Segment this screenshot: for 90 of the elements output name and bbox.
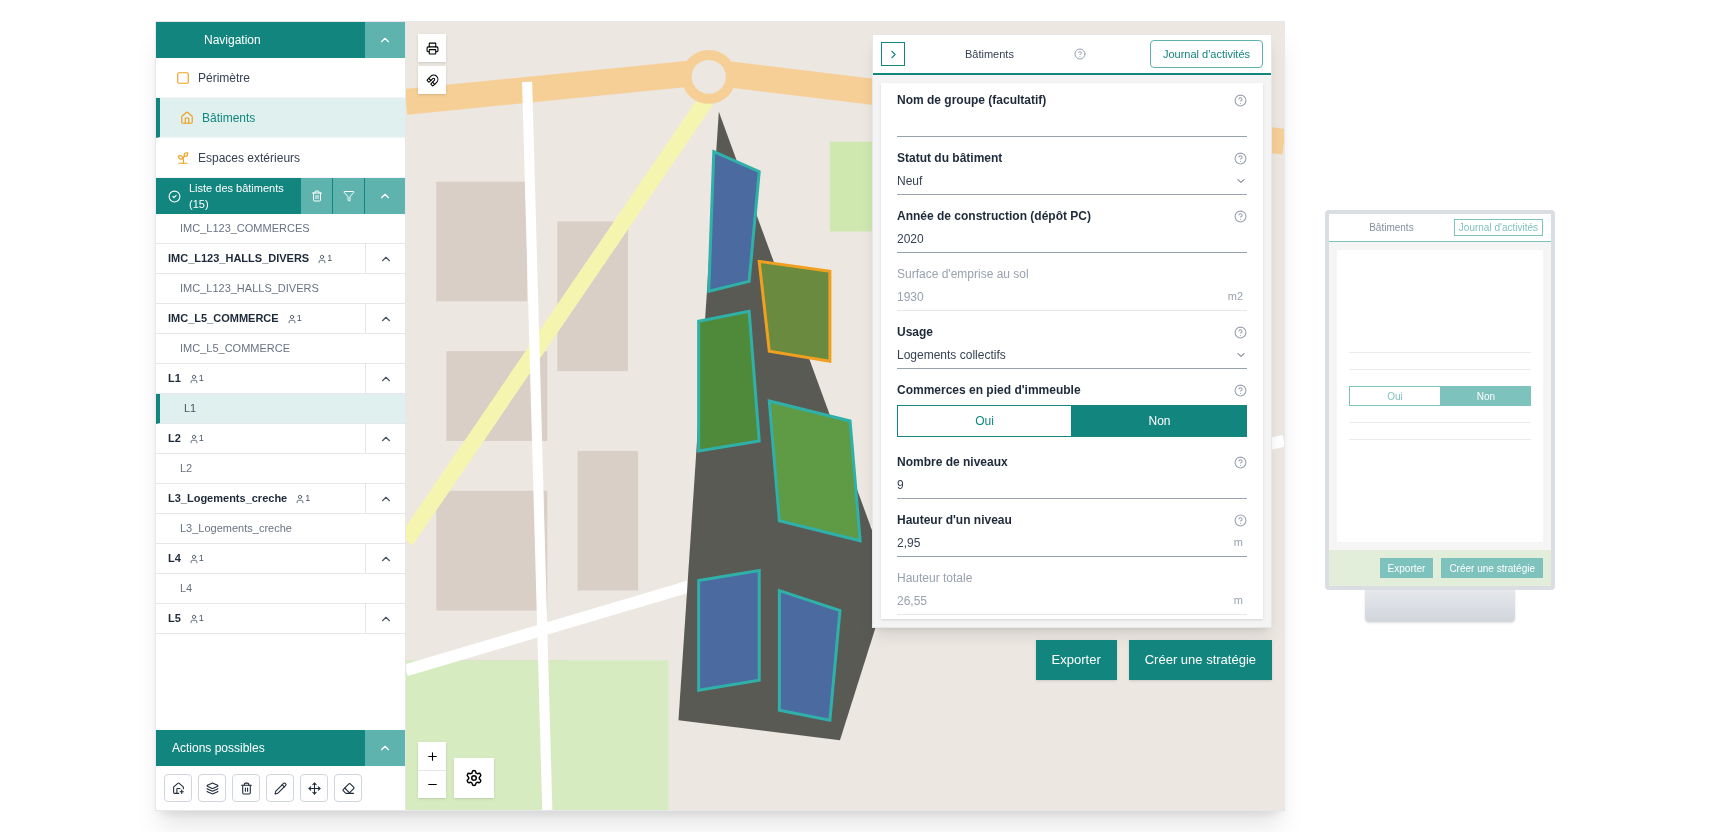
- list-title: Liste des bâtiments (15): [188, 180, 285, 212]
- action-button[interactable]: Créer une stratégie: [1128, 640, 1272, 680]
- building-item[interactable]: L1: [156, 394, 405, 424]
- filter-button[interactable]: [333, 178, 365, 214]
- field-label: Commerces en pied d'immeuble: [897, 382, 1081, 399]
- magnet-icon: [425, 73, 439, 87]
- help-icon: [1234, 325, 1247, 339]
- group-name: L1: [167, 371, 181, 387]
- select-field[interactable]: Logements collectifs: [897, 341, 1235, 369]
- group-name: IMC_L5_COMMERCE: [167, 311, 279, 327]
- person-icon: [188, 373, 199, 384]
- field-label: Hauteur d'un niveau: [897, 512, 1012, 529]
- person-icon: [188, 613, 199, 624]
- toggle-option[interactable]: Non: [1072, 405, 1247, 437]
- unit-label: m: [1233, 593, 1244, 609]
- toggle-option[interactable]: Oui: [897, 405, 1072, 437]
- house-plus-icon: [171, 781, 185, 795]
- trash-icon: [310, 190, 323, 202]
- pencil-icon: [273, 781, 287, 795]
- person-icon: [295, 493, 306, 504]
- group-name: IMC_L123_HALLS_DIVERS: [167, 251, 310, 267]
- filter-icon: [342, 190, 355, 202]
- check-circle-icon: [168, 189, 181, 203]
- move-button[interactable]: [300, 774, 328, 802]
- group-count: 1: [198, 431, 205, 445]
- building-item[interactable]: IMC_L5_COMMERCE: [156, 334, 405, 364]
- select-field[interactable]: Neuf: [897, 167, 1235, 195]
- building-item[interactable]: L3_Logements_creche: [156, 514, 405, 544]
- field-label: Hauteur totale: [897, 570, 973, 587]
- field-label: Statut du bâtiment: [897, 150, 1003, 167]
- settings-button[interactable]: [454, 758, 494, 798]
- group-name: L4: [167, 551, 181, 567]
- help-icon: [1234, 151, 1247, 165]
- action-button[interactable]: Exporter: [1035, 640, 1117, 680]
- group-name: L5: [167, 611, 181, 627]
- group-count: 1: [198, 371, 205, 385]
- snap-button[interactable]: [418, 66, 446, 94]
- settings-icon: [465, 769, 483, 787]
- panel-title: Bâtiments: [964, 46, 1015, 62]
- building-item[interactable]: IMC_L123_HALLS_DIVERS: [156, 274, 405, 304]
- person-icon: [286, 313, 297, 324]
- field-label: Nombre de niveaux: [897, 454, 1008, 471]
- eraser-icon: [341, 781, 355, 795]
- group-name: L3_Logements_creche: [167, 491, 288, 507]
- person-icon: [317, 253, 328, 264]
- group-count: 1: [198, 551, 205, 565]
- unit-label: m2: [1227, 289, 1244, 305]
- sprout-icon: [176, 150, 190, 165]
- erase-button[interactable]: [334, 774, 362, 802]
- print-button[interactable]: [418, 34, 446, 62]
- plus-icon: [425, 749, 439, 763]
- panel-title: Bâtiments: [1368, 221, 1415, 235]
- person-icon: [188, 433, 199, 444]
- add-building-button[interactable]: [164, 774, 192, 802]
- help-icon: [1234, 455, 1247, 469]
- group-count: 1: [198, 611, 205, 625]
- person-icon: [188, 553, 199, 564]
- input-field[interactable]: 2,95: [897, 529, 1234, 557]
- help-icon: [1234, 93, 1247, 107]
- activity-log-button[interactable]: Journal d'activités: [1149, 40, 1263, 68]
- building-item[interactable]: L4: [156, 574, 405, 604]
- input-field[interactable]: 2020: [897, 225, 1247, 253]
- layers-icon: [205, 781, 219, 795]
- group-count: 1: [327, 251, 334, 265]
- printer-icon: [425, 41, 439, 55]
- collapse-panel-button[interactable]: [881, 42, 905, 66]
- building-item[interactable]: IMC_L123_COMMERCES: [156, 214, 405, 244]
- actions-title: Actions possibles: [171, 740, 266, 756]
- field-label: Usage: [897, 324, 934, 341]
- help-icon: [1234, 209, 1247, 223]
- input-field[interactable]: 9: [897, 471, 1247, 499]
- field-label: Nom de groupe (facultatif): [897, 92, 1047, 109]
- unit-label: m: [1233, 535, 1244, 551]
- trash-icon: [239, 781, 253, 795]
- help-icon: [1073, 48, 1086, 60]
- group-count: 1: [305, 491, 312, 505]
- edit-button[interactable]: [266, 774, 294, 802]
- navigation-title: Navigation: [203, 32, 262, 48]
- square-icon: [176, 70, 190, 85]
- field-label: Surface d'emprise au sol: [897, 266, 1029, 283]
- field-label: Année de construction (dépôt PC): [897, 208, 1091, 225]
- group-name: L2: [167, 431, 181, 447]
- group-count: 1: [296, 311, 303, 325]
- move-icon: [307, 781, 321, 795]
- house-icon: [180, 110, 194, 125]
- building-item[interactable]: L2: [156, 454, 405, 484]
- add-layer-button[interactable]: [198, 774, 226, 802]
- nav-item[interactable]: Bâtiments: [156, 98, 405, 138]
- help-icon: [1234, 513, 1247, 527]
- help-icon: [1234, 383, 1247, 397]
